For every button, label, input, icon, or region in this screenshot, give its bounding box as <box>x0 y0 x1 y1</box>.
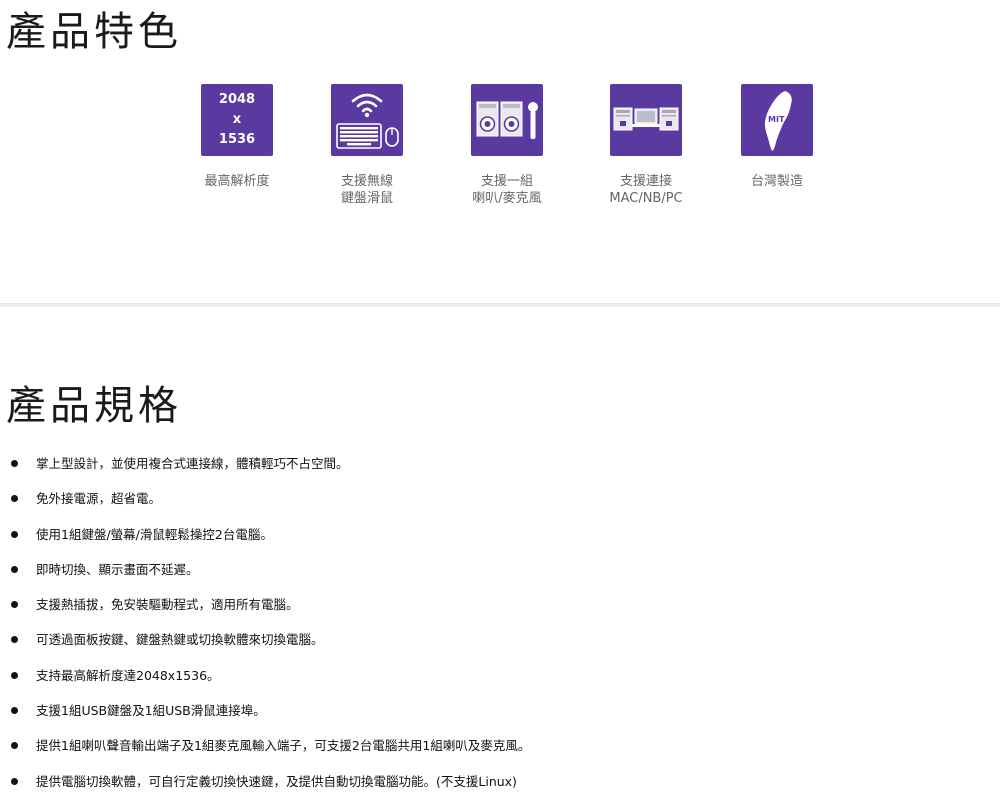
feature-resolution: 2048 x 1536 最高解析度 <box>177 84 297 190</box>
bullet-icon <box>11 530 18 538</box>
product-page: 產品特色 2048 x 1536 最高解析度 支援無線 鍵盤滑鼠 支援一組 喇叭… <box>0 0 1000 793</box>
wireless-keyboard-mouse-icon <box>331 84 403 156</box>
speakers-microphone-icon <box>471 84 543 156</box>
feature-label: 支援連接 MAC/NB/PC <box>586 173 706 207</box>
feature-label-line: 喇叭/麥克風 <box>472 191 542 206</box>
mit-text: MIT <box>768 115 785 124</box>
spec-text: 免外接電源，超省電。 <box>36 491 162 507</box>
taiwan-map-icon: MIT <box>741 84 813 156</box>
spec-text: 提供電腦切換軟體，可自行定義切換快速鍵，及提供自動切換電腦功能。(不支援Linu… <box>36 773 517 789</box>
list-item: 掌上型設計，並使用複合式連接線，體積輕巧不占空間。 <box>0 446 1000 481</box>
list-item: 可透過面板按鍵、鍵盤熱鍵或切換軟體來切換電腦。 <box>0 622 1000 657</box>
feature-label: 支援無線 鍵盤滑鼠 <box>307 173 427 207</box>
list-item: 提供電腦切換軟體，可自行定義切換快速鍵，及提供自動切換電腦功能。(不支援Linu… <box>0 764 1000 793</box>
bullet-icon <box>11 565 18 573</box>
features-title: 產品特色 <box>6 9 182 55</box>
spec-text: 使用1組鍵盤/螢幕/滑鼠輕鬆操控2台電腦。 <box>36 526 273 542</box>
resolution-icon: 2048 x 1536 <box>201 84 273 156</box>
bullet-icon <box>11 777 18 785</box>
feature-audio: 支援一組 喇叭/麥克風 <box>447 84 567 207</box>
spec-text: 支援熱插拔，免安裝驅動程式，適用所有電腦。 <box>36 597 299 613</box>
bullet-icon <box>11 707 18 715</box>
feature-mit: MIT 台灣製造 <box>717 84 837 190</box>
bullet-icon <box>11 742 18 750</box>
bullet-icon <box>11 601 18 609</box>
feature-label-line: MAC/NB/PC <box>609 191 683 206</box>
feature-label-line: 最高解析度 <box>204 174 270 189</box>
specs-title: 產品規格 <box>6 383 182 429</box>
spec-text: 提供1組喇叭聲音輸出端子及1組麥克風輸入端子，可支援2台電腦共用1組喇叭及麥克風… <box>36 738 531 754</box>
bullet-icon <box>11 671 18 679</box>
resolution-x: x <box>232 112 242 127</box>
computers-icon <box>610 84 682 156</box>
resolution-width: 2048 <box>218 92 256 107</box>
section-divider <box>0 303 1000 307</box>
list-item: 支援熱插拔，免安裝驅動程式，適用所有電腦。 <box>0 587 1000 622</box>
spec-text: 支援1組USB鍵盤及1組USB滑鼠連接埠。 <box>36 703 266 719</box>
bullet-icon <box>11 636 18 644</box>
feature-wireless: 支援無線 鍵盤滑鼠 <box>307 84 427 207</box>
bullet-icon <box>11 495 18 503</box>
list-item: 免外接電源，超省電。 <box>0 481 1000 516</box>
feature-label: 支援一組 喇叭/麥克風 <box>447 173 567 207</box>
feature-platforms: 支援連接 MAC/NB/PC <box>586 84 706 207</box>
spec-text: 支持最高解析度達2048x1536。 <box>36 667 220 683</box>
features-grid: 2048 x 1536 最高解析度 支援無線 鍵盤滑鼠 支援一組 喇叭/麥克風 … <box>0 84 1000 224</box>
specs-list: 掌上型設計，並使用複合式連接線，體積輕巧不占空間。 免外接電源，超省電。 使用1… <box>0 446 1000 793</box>
feature-label-line: 支援連接 <box>619 174 672 189</box>
feature-label: 最高解析度 <box>177 173 297 190</box>
feature-label-line: 支援無線 <box>340 174 393 189</box>
list-item: 使用1組鍵盤/螢幕/滑鼠輕鬆操控2台電腦。 <box>0 517 1000 552</box>
feature-label-line: 支援一組 <box>480 174 533 189</box>
spec-text: 即時切換、顯示畫面不延遲。 <box>36 561 199 577</box>
spec-text: 掌上型設計，並使用複合式連接線，體積輕巧不占空間。 <box>36 456 349 471</box>
spec-text: 可透過面板按鍵、鍵盤熱鍵或切換軟體來切換電腦。 <box>36 632 324 648</box>
feature-label-line: 台灣製造 <box>750 174 803 189</box>
list-item: 即時切換、顯示畫面不延遲。 <box>0 552 1000 587</box>
list-item: 提供1組喇叭聲音輸出端子及1組麥克風輸入端子，可支援2台電腦共用1組喇叭及麥克風… <box>0 728 1000 763</box>
feature-label-line: 鍵盤滑鼠 <box>340 191 393 206</box>
feature-label: 台灣製造 <box>717 173 837 190</box>
list-item: 支援1組USB鍵盤及1組USB滑鼠連接埠。 <box>0 693 1000 728</box>
resolution-height: 1536 <box>218 132 256 147</box>
bullet-icon <box>11 460 18 467</box>
list-item: 支持最高解析度達2048x1536。 <box>0 658 1000 693</box>
